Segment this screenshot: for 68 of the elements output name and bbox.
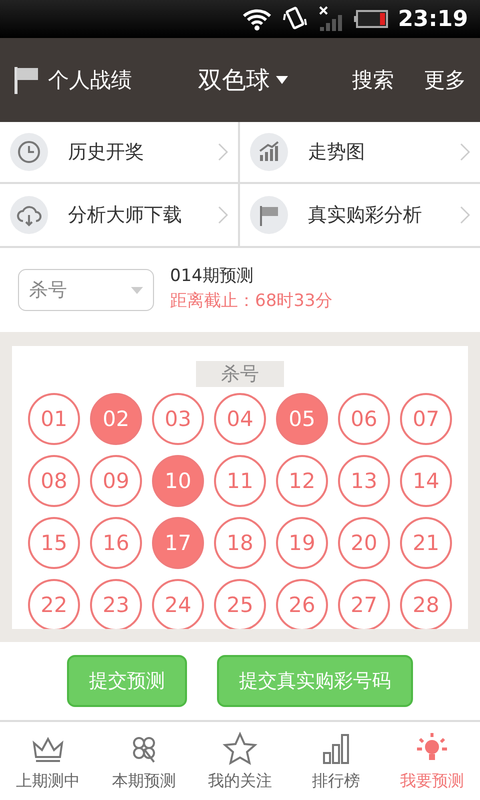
- submit-button[interactable]: 提交真实购彩号码: [217, 655, 413, 707]
- menu-label: 真实购彩分析: [308, 203, 423, 228]
- star-icon: [222, 730, 258, 766]
- number-ball[interactable]: 09: [90, 455, 142, 507]
- number-ball[interactable]: 07: [400, 393, 452, 445]
- caret-icon: [131, 286, 143, 294]
- vibrate-icon: [282, 6, 308, 32]
- number-ball[interactable]: 26: [276, 579, 328, 629]
- nav-tab[interactable]: 我的关注: [192, 722, 288, 800]
- number-ball[interactable]: 03: [152, 393, 204, 445]
- chevron-right-icon: [218, 143, 228, 161]
- menu-item[interactable]: 走势图: [240, 122, 480, 184]
- caret-icon: [276, 76, 288, 84]
- deadline-text: 距离截止：68时33分: [170, 290, 332, 312]
- menu-label: 历史开奖: [68, 140, 145, 165]
- nav-tab[interactable]: 上期测中: [0, 722, 96, 800]
- number-ball[interactable]: 02: [90, 393, 142, 445]
- chevron-right-icon: [460, 143, 470, 161]
- lottery-type-dropdown[interactable]: 双色球: [198, 64, 288, 96]
- menu-item[interactable]: 历史开奖: [0, 122, 240, 184]
- number-ball[interactable]: 06: [338, 393, 390, 445]
- number-ball[interactable]: 12: [276, 455, 328, 507]
- number-ball[interactable]: 10: [152, 455, 204, 507]
- menu-item[interactable]: 真实购彩分析: [240, 184, 480, 246]
- nav-tab[interactable]: 本期预测: [96, 722, 192, 800]
- menu-label: 分析大师下载: [68, 203, 183, 228]
- menu-item[interactable]: 分析大师下载: [0, 184, 240, 246]
- clock-icon: [10, 133, 48, 171]
- chevron-right-icon: [460, 206, 470, 224]
- chart-icon: [250, 133, 288, 171]
- number-ball[interactable]: 11: [214, 455, 266, 507]
- flag-icon: [14, 65, 40, 95]
- number-ball[interactable]: 15: [28, 517, 80, 569]
- nav-tab[interactable]: 我要预测: [384, 722, 480, 800]
- number-ball[interactable]: 18: [214, 517, 266, 569]
- nav-tab[interactable]: 排行榜: [288, 722, 384, 800]
- menu-label: 走势图: [308, 140, 366, 165]
- period-title: 014期预测: [170, 265, 254, 287]
- number-ball[interactable]: 05: [276, 393, 328, 445]
- number-ball[interactable]: 23: [90, 579, 142, 629]
- number-ball[interactable]: 16: [90, 517, 142, 569]
- panel-tag: 杀号: [196, 361, 284, 387]
- clock-time: 23:19: [398, 6, 468, 32]
- number-ball[interactable]: 13: [338, 455, 390, 507]
- personal-record-link[interactable]: 个人战绩: [48, 66, 132, 94]
- number-ball[interactable]: 27: [338, 579, 390, 629]
- mode-select[interactable]: 杀号: [18, 269, 154, 311]
- number-ball[interactable]: 21: [400, 517, 452, 569]
- number-ball[interactable]: 25: [214, 579, 266, 629]
- wifi-icon: [242, 7, 272, 31]
- number-ball[interactable]: 08: [28, 455, 80, 507]
- number-ball[interactable]: 24: [152, 579, 204, 629]
- number-ball[interactable]: 22: [28, 579, 80, 629]
- flag-icon: [250, 196, 288, 234]
- chevron-right-icon: [218, 206, 228, 224]
- number-ball[interactable]: 20: [338, 517, 390, 569]
- cloud-download-icon: [10, 196, 48, 234]
- number-ball[interactable]: 14: [400, 455, 452, 507]
- header-action-button[interactable]: 搜索: [352, 66, 394, 94]
- battery-icon: [354, 10, 388, 28]
- number-ball[interactable]: 01: [28, 393, 80, 445]
- number-ball[interactable]: 28: [400, 579, 452, 629]
- number-ball[interactable]: 19: [276, 517, 328, 569]
- header-action-button[interactable]: 更多: [424, 66, 466, 94]
- submit-button[interactable]: 提交预测: [67, 655, 187, 707]
- number-ball[interactable]: 17: [152, 517, 204, 569]
- number-ball[interactable]: 04: [214, 393, 266, 445]
- no-signal-icon: [318, 5, 344, 33]
